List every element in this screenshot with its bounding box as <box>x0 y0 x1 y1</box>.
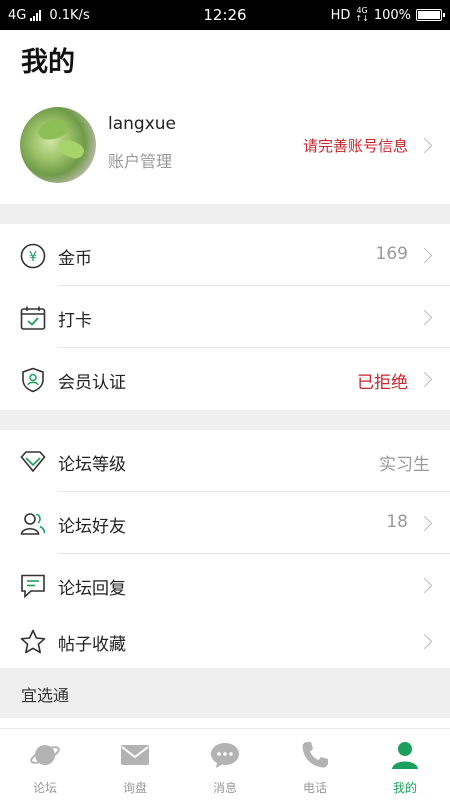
chevron-right-icon <box>416 137 433 154</box>
planet-icon <box>30 745 60 765</box>
menu-label: 论坛等级 <box>58 455 126 475</box>
chevron-right-icon <box>416 309 433 326</box>
friends-icon <box>20 513 46 535</box>
network-type: 4G <box>8 7 27 23</box>
battery-percent: 100% <box>373 7 411 23</box>
diamond-icon <box>20 451 46 473</box>
chevron-right-icon <box>416 515 433 532</box>
tab-phone[interactable]: 电话 <box>270 729 360 801</box>
menu-item-checkin[interactable]: 打卡 <box>0 286 450 348</box>
mail-icon <box>121 745 149 765</box>
hd-indicator: HD <box>330 7 351 23</box>
battery-icon <box>416 9 445 21</box>
section-separator <box>0 410 450 430</box>
section-separator <box>0 204 450 224</box>
menu-label: 打卡 <box>58 311 92 331</box>
tab-forum[interactable]: 论坛 <box>0 729 90 801</box>
chevron-right-icon <box>416 577 433 594</box>
clock: 12:26 <box>203 6 247 24</box>
chevron-right-icon <box>416 371 433 388</box>
account-manage-label[interactable]: 账户管理 <box>108 148 172 172</box>
network-speed: 0.1K/s <box>49 7 90 23</box>
chevron-right-icon <box>416 633 433 650</box>
tab-mine[interactable]: 我的 <box>360 729 450 801</box>
calendar-check-icon <box>20 306 46 330</box>
menu-item-favorites[interactable]: 帖子收藏 <box>0 610 450 672</box>
yuan-coin-icon: ¥ <box>20 243 46 269</box>
bottom-nav: 论坛 询盘 消息 电话 我的 <box>0 728 450 801</box>
menu-label: 帖子收藏 <box>58 635 126 655</box>
tab-messages[interactable]: 消息 <box>180 729 270 801</box>
comment-icon <box>21 574 45 599</box>
username: langxue <box>108 114 176 134</box>
membership-status: 已拒绝 <box>357 373 408 393</box>
signal-icon <box>30 9 42 21</box>
menu-label: 论坛回复 <box>58 579 126 599</box>
section-title: 宜选通 <box>21 686 70 705</box>
data-indicator: 4G ↑↓ <box>355 6 369 23</box>
menu-label: 论坛好友 <box>58 517 126 537</box>
menu-item-forum-friends[interactable]: 论坛好友 18 <box>0 492 450 554</box>
status-bar: 4G 0.1K/s 12:26 HD 4G ↑↓ 100% <box>0 0 450 30</box>
svg-text:¥: ¥ <box>29 250 37 265</box>
complete-info-link[interactable]: 请完善账号信息 <box>303 135 408 156</box>
chevron-right-icon <box>416 247 433 264</box>
chat-bubble-icon <box>211 743 239 768</box>
user-icon <box>392 742 418 769</box>
menu-label: 会员认证 <box>58 373 126 393</box>
tab-inquiry[interactable]: 询盘 <box>90 729 180 801</box>
menu-label: 金币 <box>58 249 92 269</box>
star-icon <box>20 629 46 654</box>
profile-card[interactable]: langxue 账户管理 请完善账号信息 <box>0 100 450 204</box>
coin-count: 169 <box>375 244 408 264</box>
page-title: 我的 <box>21 47 75 78</box>
section-header: 宜选通 <box>0 668 450 718</box>
menu-item-forum-level[interactable]: 论坛等级 实习生 <box>0 430 450 492</box>
menu-item-membership[interactable]: 会员认证 已拒绝 <box>0 348 450 410</box>
menu-item-coins[interactable]: ¥ 金币 169 <box>0 224 450 286</box>
friend-count: 18 <box>386 512 408 532</box>
avatar[interactable] <box>20 107 96 183</box>
forum-level-value: 实习生 <box>379 455 430 475</box>
menu-item-forum-replies[interactable]: 论坛回复 <box>0 554 450 616</box>
phone-icon <box>302 742 328 768</box>
shield-user-icon <box>22 367 44 393</box>
